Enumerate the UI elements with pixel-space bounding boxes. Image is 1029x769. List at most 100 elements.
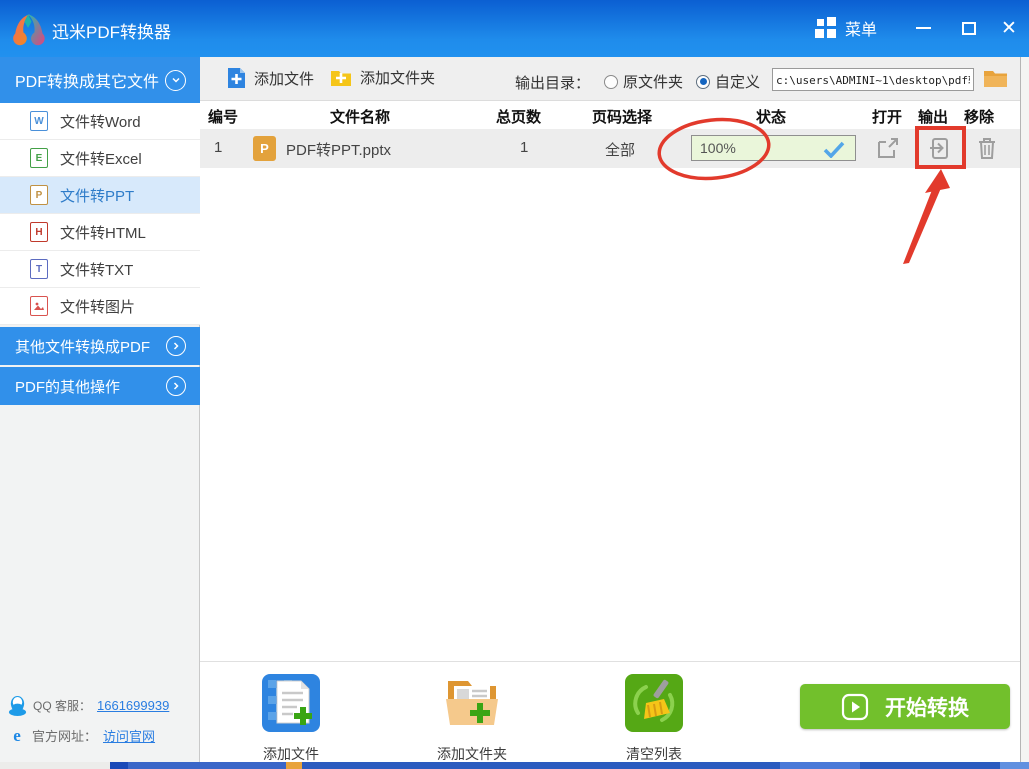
radio-unchecked-icon	[604, 75, 618, 89]
col-open: 打开	[872, 106, 902, 127]
sidebar-section-label: 其他文件转换成PDF	[15, 336, 150, 357]
col-pagerange: 页码选择	[592, 106, 652, 127]
progress-check-icon	[823, 141, 845, 158]
minimize-icon	[916, 27, 931, 29]
sidebar-item-txt[interactable]: T 文件转TXT	[0, 251, 200, 288]
sidebar: PDF转换成其它文件 W 文件转Word E 文件转Excel P 文件转PPT…	[0, 57, 200, 762]
title-bar: 迅米PDF转换器 菜单 ✕	[0, 0, 1029, 57]
radio-custom-label: 自定义	[715, 71, 760, 92]
image-doc-icon	[30, 296, 48, 316]
official-site-link[interactable]: 访问官网	[103, 726, 155, 745]
remove-trash-icon[interactable]	[976, 136, 998, 160]
sidebar-item-label: 文件转PPT	[60, 185, 134, 206]
col-pages: 总页数	[496, 106, 541, 127]
qq-icon	[8, 695, 27, 716]
col-number: 编号	[208, 106, 238, 127]
add-folder-label: 添加文件夹	[360, 67, 435, 88]
maximize-icon	[962, 22, 976, 35]
progress-label: 100%	[700, 140, 736, 156]
sidebar-item-html[interactable]: H 文件转HTML	[0, 214, 200, 251]
menu-grid-icon	[815, 17, 837, 39]
app-title: 迅米PDF转换器	[52, 18, 171, 43]
add-folder-button[interactable]: 添加文件夹	[330, 67, 435, 88]
table-header: 编号 文件名称 总页数 页码选择 状态 打开 输出 移除	[200, 101, 1020, 129]
sidebar-item-label: 文件转Word	[60, 111, 141, 132]
row-filename: PDF转PPT.pptx	[286, 139, 391, 160]
clear-list-action[interactable]: 清空列表	[609, 673, 699, 764]
txt-doc-icon: T	[30, 259, 48, 279]
row-total-pages: 1	[520, 139, 528, 156]
annotation-arrow-shaft	[903, 188, 941, 264]
sidebar-section-pdf-other-ops[interactable]: PDF的其他操作	[0, 367, 200, 405]
add-folder-big-icon	[442, 673, 502, 733]
open-output-folder-icon[interactable]	[928, 136, 952, 160]
clear-list-action-label: 清空列表	[609, 744, 699, 764]
sidebar-header-pdf-to-other[interactable]: PDF转换成其它文件	[0, 57, 200, 103]
open-file-icon[interactable]	[876, 136, 900, 160]
html-doc-icon: H	[30, 222, 48, 242]
row-number: 1	[214, 139, 222, 156]
browser-icon: e	[8, 727, 26, 745]
table-row: 1 P PDF转PPT.pptx 1 全部 100%	[200, 129, 1020, 168]
add-folder-action-label: 添加文件夹	[427, 744, 517, 764]
official-site-label: 官方网址：	[32, 726, 97, 745]
sidebar-item-ppt[interactable]: P 文件转PPT	[0, 177, 200, 214]
sidebar-section-label: PDF的其他操作	[15, 376, 120, 397]
add-file-action[interactable]: 添加文件	[246, 673, 336, 764]
row-page-range: 全部	[605, 139, 635, 160]
sidebar-item-word[interactable]: W 文件转Word	[0, 103, 200, 140]
taskbar-sliver	[0, 762, 1029, 769]
annotation-arrow-head	[925, 169, 950, 193]
qq-service-label: QQ 客服：	[33, 697, 91, 714]
col-output: 输出	[918, 106, 948, 127]
add-file-button[interactable]: 添加文件	[227, 67, 314, 89]
sidebar-footer: QQ 客服： 1661699939 e 官方网址： 访问官网	[0, 690, 199, 750]
radio-custom-folder[interactable]: 自定义	[696, 71, 760, 92]
play-icon	[841, 693, 869, 721]
radio-checked-icon	[696, 75, 710, 89]
ppt-doc-icon: P	[30, 185, 48, 205]
col-filename: 文件名称	[330, 106, 390, 127]
chevron-down-icon	[165, 70, 186, 91]
sidebar-item-label: 文件转Excel	[60, 148, 142, 169]
col-status: 状态	[756, 106, 786, 127]
sidebar-header-label: PDF转换成其它文件	[15, 68, 159, 92]
output-path-input[interactable]	[772, 68, 974, 91]
minimize-button[interactable]	[906, 14, 940, 42]
add-file-big-icon	[261, 673, 321, 733]
sidebar-item-label: 文件转HTML	[60, 222, 146, 243]
add-file-label: 添加文件	[254, 68, 314, 89]
maximize-button[interactable]	[952, 14, 986, 42]
add-file-action-label: 添加文件	[246, 744, 336, 764]
close-button[interactable]: ✕	[992, 14, 1026, 42]
start-convert-label: 开始转换	[885, 692, 969, 722]
sidebar-section-other-to-pdf[interactable]: 其他文件转换成PDF	[0, 327, 200, 365]
output-dir-label: 输出目录：	[515, 72, 590, 93]
clear-list-big-icon	[624, 673, 684, 733]
browse-folder-icon[interactable]	[983, 68, 1008, 88]
add-file-icon	[227, 67, 246, 89]
start-convert-button[interactable]: 开始转换	[800, 684, 1010, 729]
sidebar-item-excel[interactable]: E 文件转Excel	[0, 140, 200, 177]
radio-original-label: 原文件夹	[623, 71, 683, 92]
col-remove: 移除	[964, 106, 994, 127]
menu-label: 菜单	[845, 16, 877, 40]
close-icon: ✕	[1001, 17, 1017, 40]
bottom-panel: 添加文件 添加文件夹 清空列表 开始转换	[200, 661, 1020, 762]
chevron-right-icon	[166, 336, 186, 356]
app-logo-icon	[8, 8, 48, 48]
background-window-strip	[1020, 57, 1029, 762]
qq-number-link[interactable]: 1661699939	[97, 698, 169, 713]
sidebar-item-image[interactable]: 文件转图片	[0, 288, 200, 325]
excel-doc-icon: E	[30, 148, 48, 168]
word-doc-icon: W	[30, 111, 48, 131]
add-folder-icon	[330, 68, 352, 87]
sidebar-item-label: 文件转图片	[60, 296, 135, 317]
progress-bar: 100%	[691, 135, 856, 161]
ppt-file-badge-icon: P	[253, 136, 276, 161]
add-folder-action[interactable]: 添加文件夹	[427, 673, 517, 764]
toolbar: 添加文件 添加文件夹 输出目录： 原文件夹 自定义	[200, 57, 1020, 101]
chevron-right-icon	[166, 376, 186, 396]
menu-button[interactable]: 菜单	[815, 16, 877, 40]
radio-original-folder[interactable]: 原文件夹	[604, 71, 683, 92]
